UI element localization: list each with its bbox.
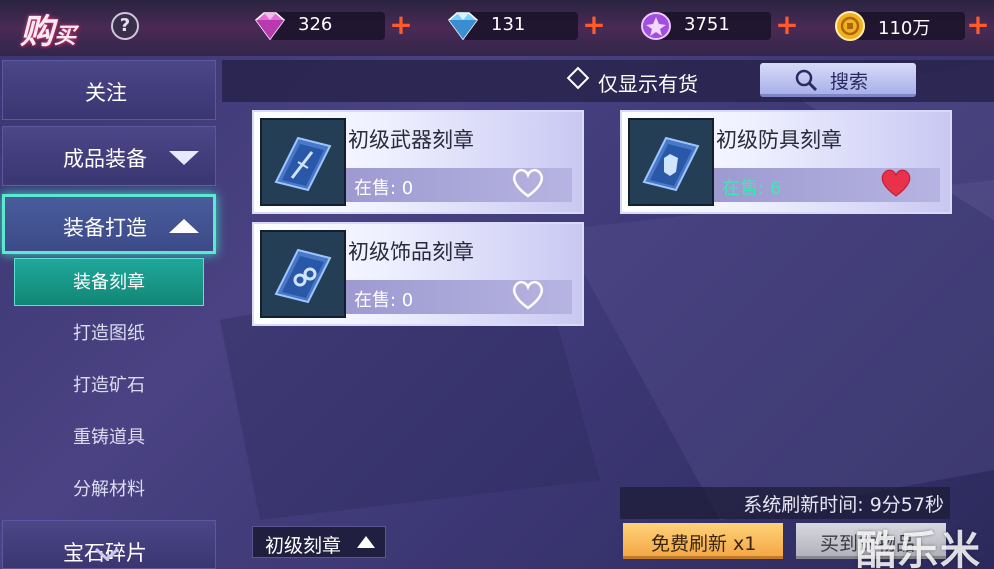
item-card[interactable]: 初级饰品刻章 在售: 0 (252, 222, 584, 326)
item-stock: 在售: 0 (354, 178, 414, 199)
heart-filled-icon[interactable] (876, 164, 916, 200)
currency-blue-diamond: 131 + (443, 10, 613, 42)
search-icon (795, 69, 818, 92)
item-card[interactable]: 初级防具刻章 在售: 6 (620, 110, 952, 214)
refresh-time-bar: 系统刷新时间: 9分57秒 (620, 487, 950, 519)
sidebar-subitem-ore[interactable]: 打造矿石 (14, 362, 204, 410)
sidebar-item-follow[interactable]: 关注 (2, 60, 216, 120)
item-name: 初级防具刻章 (716, 128, 842, 152)
free-refresh-button[interactable]: 免费刷新 x1 (623, 523, 783, 559)
weapon-engraving-icon (274, 136, 332, 192)
armor-engraving-icon (642, 136, 700, 192)
add-currency-button[interactable]: + (581, 11, 607, 40)
add-currency-button[interactable]: + (965, 11, 991, 40)
sidebar-subitem-reforge[interactable]: 重铸道具 (14, 414, 204, 462)
currency-purple-crystal: 3751 + (636, 10, 806, 42)
sidebar-subitem-engraving[interactable]: 装备刻章 (14, 258, 204, 306)
currency-pink-diamond: 326 + (250, 10, 420, 42)
sidebar-item-finished-gear[interactable]: 成品装备 (2, 126, 216, 186)
search-button[interactable]: 搜索 (760, 63, 916, 97)
item-thumbnail (260, 230, 346, 318)
sidebar-item-label: 成品装备 (63, 147, 147, 171)
item-stock: 在售: 0 (354, 290, 414, 311)
currency-value: 326 (298, 14, 333, 35)
tier-dropdown[interactable]: 初级刻章 (252, 526, 386, 558)
chevron-up-icon (357, 536, 375, 548)
page-title: 购买 (20, 12, 77, 52)
sidebar-item-label: 关注 (85, 81, 127, 105)
watermark: 酷乐米 (856, 528, 982, 569)
currency-value: 110万 (878, 18, 931, 39)
item-stock: 在售: 6 (722, 178, 782, 199)
currency-value: 131 (491, 14, 526, 35)
add-currency-button[interactable]: + (774, 11, 800, 40)
tier-dropdown-label: 初级刻章 (265, 535, 342, 557)
item-thumbnail (260, 118, 346, 206)
search-label: 搜索 (830, 71, 869, 93)
item-stock-bar: 在售: 0 (346, 280, 572, 314)
sidebar-item-crafting[interactable]: 装备打造 (2, 194, 216, 254)
chevron-up-icon (169, 219, 199, 233)
chevron-down-icon (169, 151, 199, 165)
item-name: 初级武器刻章 (348, 128, 474, 152)
add-currency-button[interactable]: + (388, 11, 414, 40)
sidebar-subitem-decompose[interactable]: 分解材料 (14, 466, 204, 514)
item-thumbnail (628, 118, 714, 206)
sidebar-subitem-blueprint[interactable]: 打造图纸 (14, 310, 204, 358)
free-refresh-label: 免费刷新 x1 (651, 533, 757, 555)
item-name: 初级饰品刻章 (348, 240, 474, 264)
heart-outline-icon[interactable] (508, 276, 548, 312)
pink-diamond-icon (254, 12, 286, 41)
accessory-engraving-icon (274, 248, 332, 304)
gold-coin-icon (835, 11, 865, 41)
in-stock-label[interactable]: 仅显示有货 (598, 68, 698, 97)
scroll-down-chevron-icon[interactable] (92, 543, 122, 565)
sidebar-item-label: 装备打造 (63, 216, 147, 240)
item-stock-bar: 在售: 0 (346, 168, 572, 202)
help-button[interactable]: ? (111, 12, 139, 40)
heart-outline-icon[interactable] (508, 164, 548, 200)
currency-gold-coin: 110万 + (830, 10, 994, 42)
item-card[interactable]: 初级武器刻章 在售: 0 (252, 110, 584, 214)
blue-diamond-icon (447, 12, 479, 41)
currency-value: 3751 (684, 14, 730, 35)
refresh-time-label: 系统刷新时间: 9分57秒 (743, 494, 944, 516)
item-stock-bar: 在售: 6 (714, 168, 940, 202)
purple-crystal-icon (641, 12, 671, 40)
